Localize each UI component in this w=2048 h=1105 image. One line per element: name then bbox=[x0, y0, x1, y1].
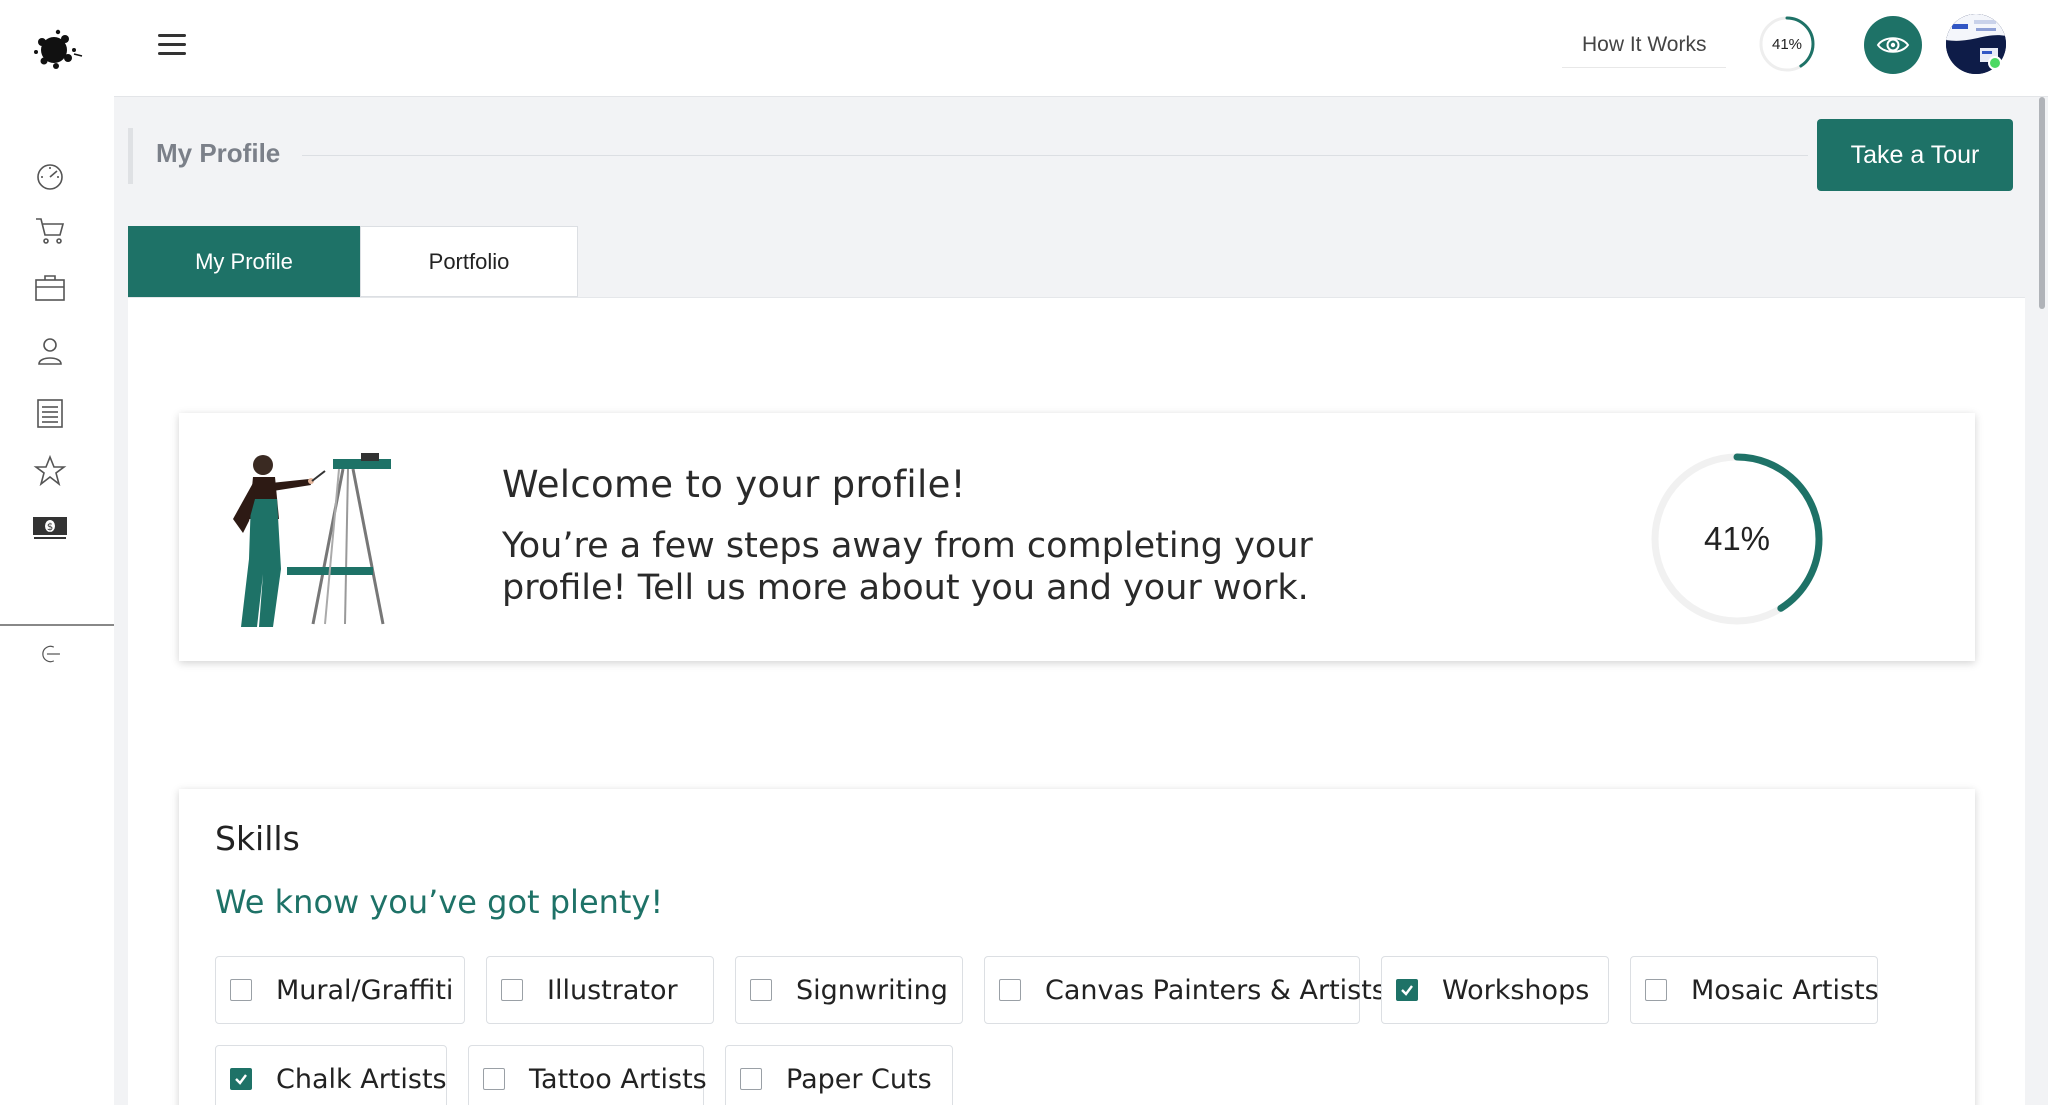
welcome-title: Welcome to your profile! bbox=[502, 463, 966, 506]
profile-completion-label: 41% bbox=[1703, 520, 1771, 557]
skill-checkbox[interactable] bbox=[230, 979, 252, 1001]
money-icon[interactable]: $ bbox=[30, 506, 70, 546]
welcome-card: Welcome to your profile! You’re a few st… bbox=[179, 413, 1975, 661]
profile-completion-ring: 41% bbox=[1649, 451, 1825, 627]
skill-chip-chalk-artists[interactable]: Chalk Artists bbox=[215, 1045, 447, 1105]
skill-chip-workshops[interactable]: Workshops bbox=[1381, 956, 1609, 1024]
skill-chip-mosaic-artists[interactable]: Mosaic Artists bbox=[1630, 956, 1879, 1024]
skill-label: Canvas Painters & Artists bbox=[1045, 974, 1386, 1006]
profile-progress-mini: 41% bbox=[1757, 14, 1817, 74]
skill-chip-tattoo-artists[interactable]: Tattoo Artists bbox=[468, 1045, 707, 1105]
briefcase-icon[interactable] bbox=[30, 268, 70, 308]
tab-my-profile[interactable]: My Profile bbox=[128, 226, 360, 297]
sidebar-divider bbox=[0, 624, 114, 626]
skill-checkbox[interactable] bbox=[999, 979, 1021, 1001]
skill-chip-paper-cuts[interactable]: Paper Cuts bbox=[725, 1045, 953, 1105]
user-icon[interactable] bbox=[30, 331, 70, 371]
skill-checkbox[interactable] bbox=[501, 979, 523, 1001]
skill-label: Illustrator bbox=[547, 974, 678, 1006]
svg-text:$: $ bbox=[47, 522, 53, 533]
welcome-message: You’re a few steps away from completing … bbox=[502, 526, 1313, 608]
skill-label: Mosaic Artists bbox=[1691, 974, 1879, 1006]
skills-card: Skills We know you’ve got plenty! Mural/… bbox=[179, 789, 1975, 1105]
tab-portfolio[interactable]: Portfolio bbox=[360, 226, 578, 297]
logout-icon[interactable] bbox=[30, 634, 70, 674]
document-icon[interactable] bbox=[30, 393, 70, 433]
skill-checkbox[interactable] bbox=[750, 979, 772, 1001]
artist-painting-illustration bbox=[213, 449, 413, 629]
skill-checkbox[interactable] bbox=[740, 1068, 762, 1090]
skills-title: Skills bbox=[215, 819, 300, 858]
skill-checkbox[interactable] bbox=[1396, 979, 1418, 1001]
eye-icon bbox=[1876, 37, 1910, 53]
title-divider bbox=[302, 155, 1808, 156]
cart-icon[interactable] bbox=[30, 210, 70, 250]
take-a-tour-button[interactable]: Take a Tour bbox=[1817, 119, 2013, 191]
star-icon[interactable] bbox=[30, 451, 70, 491]
top-header: How It Works 41% bbox=[114, 0, 2048, 97]
skill-label: Mural/Graffiti bbox=[276, 974, 454, 1006]
sidebar: $ bbox=[0, 0, 114, 1105]
preview-eye-button[interactable] bbox=[1864, 16, 1922, 74]
skill-checkbox[interactable] bbox=[483, 1068, 505, 1090]
mini-progress-label: 41% bbox=[1771, 35, 1803, 53]
skill-chip-canvas-painters[interactable]: Canvas Painters & Artists bbox=[984, 956, 1386, 1024]
page-title: My Profile bbox=[156, 138, 281, 168]
how-it-works-link[interactable]: How It Works bbox=[1562, 28, 1727, 68]
online-status-dot bbox=[1988, 56, 2002, 70]
menu-icon[interactable] bbox=[158, 34, 186, 62]
skill-checkbox[interactable] bbox=[230, 1068, 252, 1090]
skill-label: Paper Cuts bbox=[786, 1063, 932, 1095]
skill-chip-signwriting[interactable]: Signwriting bbox=[735, 956, 963, 1024]
skills-subtitle: We know you’ve got plenty! bbox=[215, 883, 664, 921]
skill-label: Signwriting bbox=[796, 974, 948, 1006]
page-scrollbar[interactable] bbox=[2039, 97, 2045, 309]
skill-label: Chalk Artists bbox=[276, 1063, 447, 1095]
skill-checkbox[interactable] bbox=[1645, 979, 1667, 1001]
skill-chip-illustrator[interactable]: Illustrator bbox=[486, 956, 714, 1024]
logo-icon[interactable] bbox=[30, 24, 86, 80]
dashboard-icon[interactable] bbox=[30, 155, 70, 195]
skill-chip-mural-graffiti[interactable]: Mural/Graffiti bbox=[215, 956, 465, 1024]
skill-label: Workshops bbox=[1442, 974, 1590, 1006]
skill-label: Tattoo Artists bbox=[529, 1063, 707, 1095]
title-accent-bar bbox=[128, 128, 133, 184]
